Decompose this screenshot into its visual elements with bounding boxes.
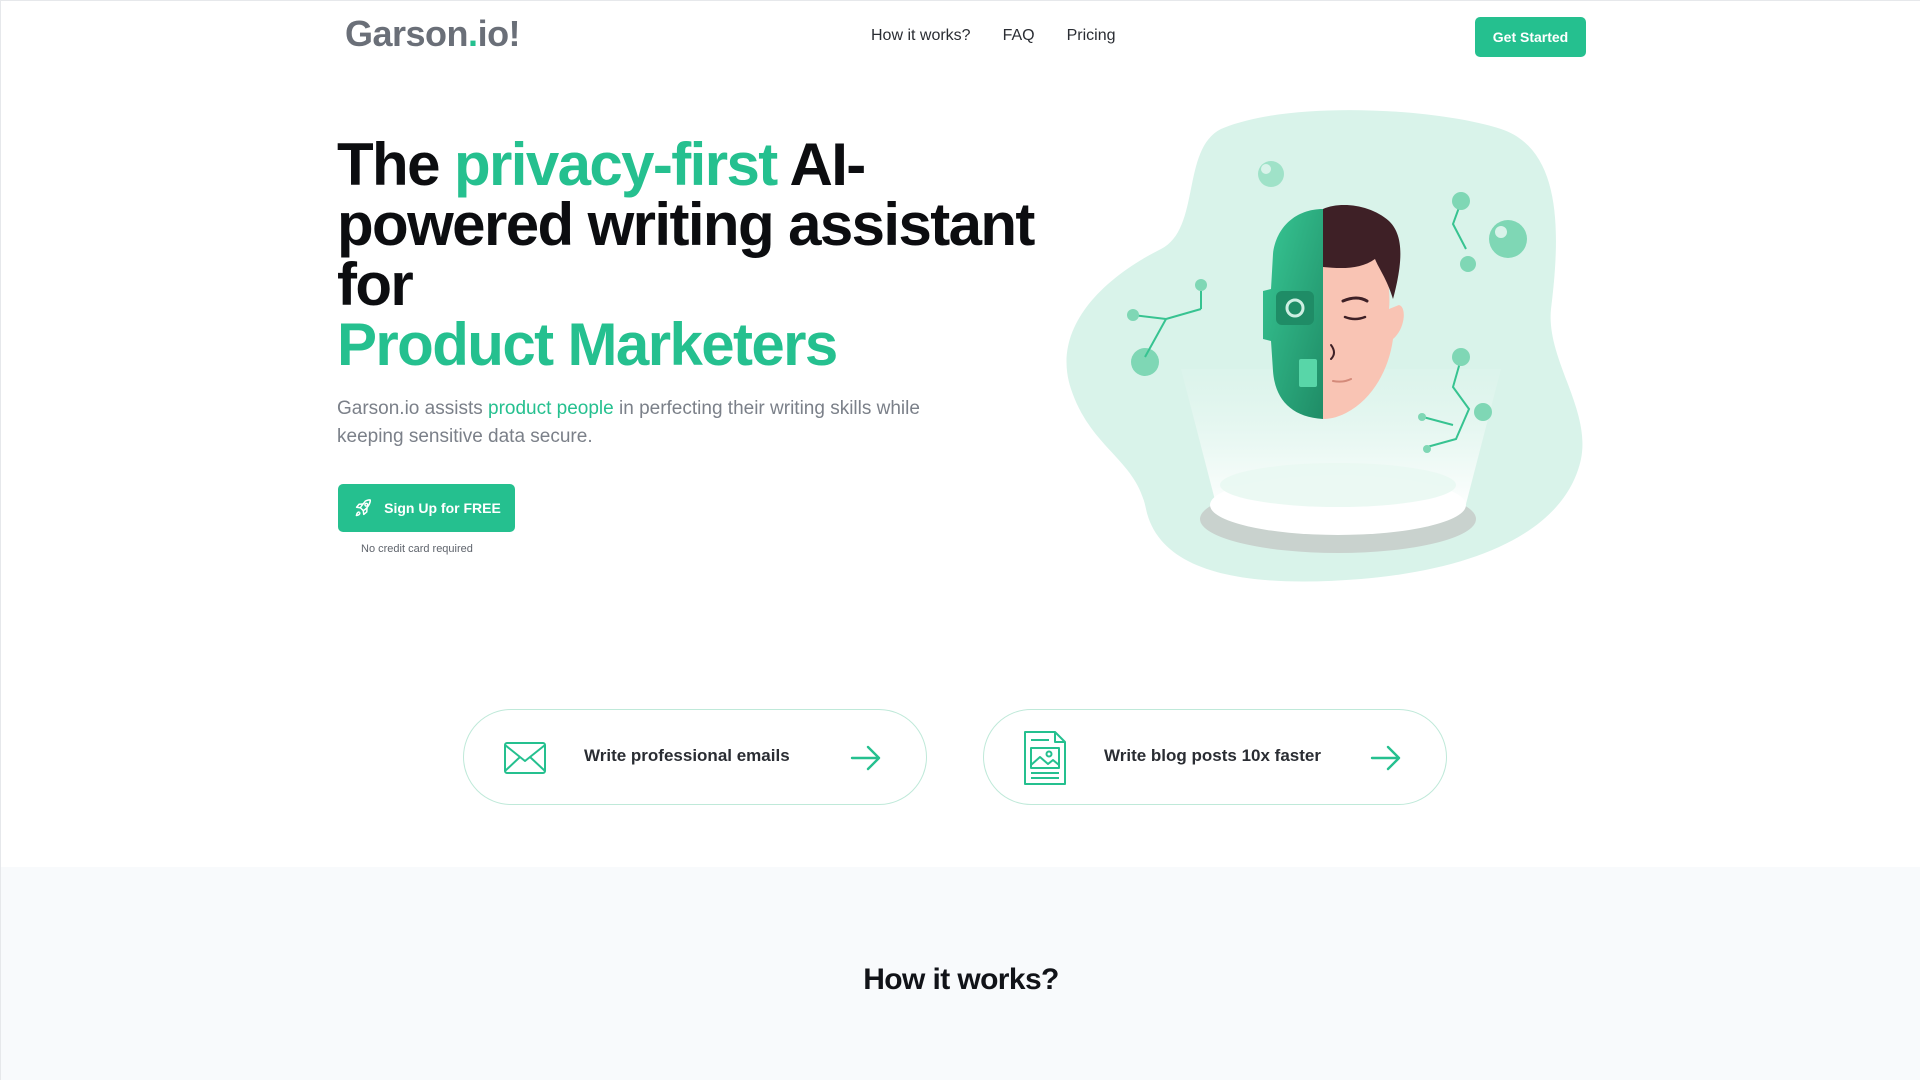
floating-sphere: [1495, 226, 1507, 238]
robot-visor: [1276, 291, 1314, 325]
hero-title-line-1: The privacy-first AI-: [337, 135, 1037, 195]
top-navbar: Garson.io! How it works? FAQ Pricing Get…: [1, 1, 1920, 73]
circuit-node: [1460, 256, 1476, 272]
feature-card-blog-posts[interactable]: Write blog posts 10x faster: [983, 709, 1447, 805]
arrow-right-icon: [1370, 745, 1401, 771]
circuit-node: [1195, 279, 1207, 291]
rocket-icon: [355, 499, 372, 517]
hero-illustration: [1066, 110, 1583, 582]
hero-title-line-3: for: [337, 251, 414, 318]
how-it-works-section: How it works?: [1, 867, 1920, 1080]
nav-link-faq[interactable]: FAQ: [1003, 27, 1035, 45]
pedestal-glow: [1220, 463, 1456, 507]
hero-title: The privacy-first AI- powered writing as…: [337, 135, 1037, 375]
floating-sphere: [1489, 220, 1527, 258]
circuit-node: [1452, 348, 1470, 366]
hero-title-product-marketers: Product Marketers: [337, 311, 838, 378]
sign-up-free-button[interactable]: Sign Up for FREE: [338, 484, 515, 532]
robot-mouth-plate: [1299, 359, 1317, 387]
how-it-works-title: How it works?: [863, 963, 1059, 996]
logo-dot: .: [468, 13, 478, 54]
hero-title-privacy-first: privacy-first: [453, 131, 778, 198]
landing-page: Garson.io! How it works? FAQ Pricing Get…: [0, 0, 1920, 1080]
circuit-node: [1127, 309, 1139, 321]
hero-title-line-2: powered writing assistant: [337, 191, 1035, 258]
logo-text-garson: Garson: [345, 13, 469, 54]
arrow-right-icon: [850, 745, 881, 771]
hero-title-the: The: [337, 131, 454, 198]
hero-subtitle: Garson.io assists product people in perf…: [337, 395, 977, 451]
get-started-button[interactable]: Get Started: [1475, 17, 1586, 57]
envelope-icon: [502, 732, 548, 784]
no-credit-card-note: No credit card required: [361, 543, 473, 555]
feature-card-emails-label: Write professional emails: [584, 746, 790, 765]
nav-link-pricing[interactable]: Pricing: [1067, 27, 1116, 45]
floating-sphere: [1474, 403, 1492, 421]
logo[interactable]: Garson.io!: [345, 13, 521, 55]
floating-sphere: [1261, 164, 1271, 174]
circuit-node: [1418, 413, 1426, 421]
hero-subtitle-pre: Garson.io assists: [337, 398, 488, 419]
floating-sphere: [1131, 348, 1159, 376]
hero-subtitle-product-people: product people: [488, 398, 614, 419]
main-nav: How it works? FAQ Pricing: [871, 27, 1116, 45]
floating-sphere: [1258, 161, 1284, 187]
logo-text-io: io!: [477, 13, 521, 54]
circuit-node: [1423, 445, 1431, 453]
nav-link-how-it-works[interactable]: How it works?: [871, 27, 971, 45]
feature-card-blog-posts-label: Write blog posts 10x faster: [1104, 746, 1321, 765]
feature-card-emails[interactable]: Write professional emails: [463, 709, 927, 805]
circuit-node: [1452, 192, 1470, 210]
document-image-icon: [1022, 731, 1068, 785]
sign-up-free-label: Sign Up for FREE: [384, 500, 501, 516]
hero-title-ai: AI-: [776, 131, 866, 198]
